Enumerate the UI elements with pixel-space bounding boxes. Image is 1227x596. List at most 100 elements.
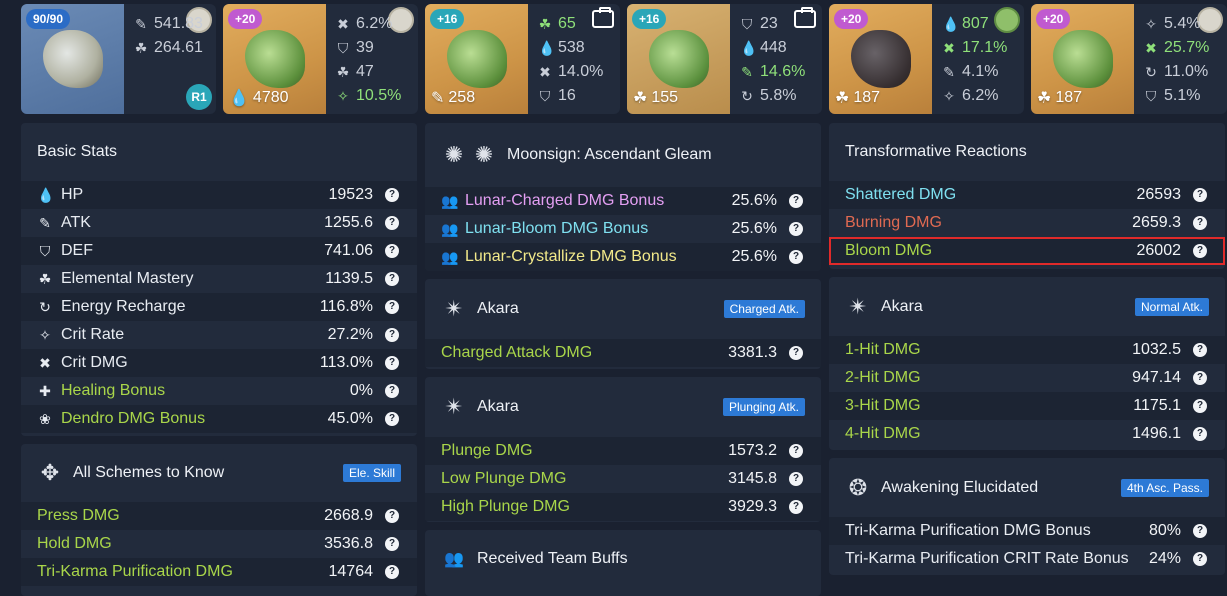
help-icon[interactable]: ? [789,250,803,264]
help-icon[interactable]: ? [1193,552,1207,566]
crit-dmg-icon: ✖ [943,39,955,56]
main-stat: ☘ 155 [633,89,679,107]
artifact-card-flower[interactable]: +20 💧 4780 ✖ 6.2% ⛉ 39 ☘ 47 ✧ 10.5% [223,4,418,114]
transformative-panel: Transformative Reactions Shattered DMG 26… [829,123,1225,269]
stat-row-atk: ✎ ATK 1255.6? [21,209,417,237]
stat-row-crit-dmg: ✖ Crit DMG 113.0%? [21,349,417,377]
help-icon[interactable]: ? [789,444,803,458]
help-icon[interactable]: ? [1193,427,1207,441]
panel-title: All Schemes to Know [73,464,225,481]
dmg-row: 1-Hit DMG 1032.5? [829,336,1225,364]
hp-icon: 💧 [229,90,249,107]
substat: 💧 448 [740,39,787,56]
help-icon[interactable]: ? [385,300,399,314]
moonsign-icon: ✺ [474,142,494,167]
substat: 💧 538 [538,39,585,56]
weapon-stats: ✎ 541.83 ☘ 264.61 [134,12,203,60]
crit-dmg-icon: ✖ [1145,39,1157,56]
atk-icon: ✎ [431,90,445,107]
level-badge: +20 [834,9,869,29]
panel-title: Akara [477,300,519,317]
help-icon[interactable]: ? [1193,216,1207,230]
help-icon[interactable]: ? [385,565,399,579]
help-icon[interactable]: ? [385,216,399,230]
help-icon[interactable]: ? [385,412,399,426]
help-icon[interactable]: ? [1193,399,1207,413]
panel-header: Basic Stats [21,123,417,181]
dmg-row: Charged Attack DMG 3381.3? [425,339,821,367]
reaction-row-bloom: Bloom DMG 26002? [829,237,1225,265]
weapon-card[interactable]: 90/90 R1 ✎ 541.83 ☘ 264.61 [21,4,216,114]
help-icon[interactable]: ? [385,328,399,342]
help-icon[interactable]: ? [385,244,399,258]
basic-stats-panel: Basic Stats 💧 HP 19523? ✎ ATK 1255.6? ⛉ DEF 74… [21,123,417,436]
panel-title: Transformative Reactions [845,143,1027,160]
help-icon[interactable]: ? [1193,343,1207,357]
panel-title: Moonsign: Ascendant Gleam [507,146,712,163]
panel-header: Transformative Reactions [829,123,1225,181]
dmg-row: Hold DMG 3536.8? [21,530,417,558]
crit-dmg-icon: ✖ [39,354,51,371]
help-icon[interactable]: ? [1193,188,1207,202]
reaction-row: Shattered DMG 26593? [829,181,1225,209]
attack-type-tag: Charged Atk. [723,300,805,318]
talent-icon: ✴ [444,296,464,321]
help-icon[interactable]: ? [385,537,399,551]
level-badge: +20 [228,9,263,29]
panel-title: Awakening Elucidated [881,478,1039,496]
substat: ⛉ 23 [741,15,778,32]
elemental-mastery-icon: ☘ [134,39,148,56]
artifact-card-circlet[interactable]: +20 ☘ 187 ✧ 5.4% ✖ 25.7% ↻ 11.0% ⛉ 5.1% [1031,4,1227,114]
atk-icon: ✎ [741,63,753,80]
help-icon[interactable]: ? [385,188,399,202]
help-icon[interactable]: ? [789,222,803,236]
bonus-row: Tri-Karma Purification CRIT Rate Bonus 24… [829,545,1225,573]
help-icon[interactable]: ? [1193,524,1207,538]
help-icon[interactable]: ? [789,194,803,208]
help-icon[interactable]: ? [789,346,803,360]
atk-icon: ✎ [39,214,51,231]
crit-rate-icon: ✧ [943,87,955,104]
level-badge: +20 [1036,9,1071,29]
panel-title: Received Team Buffs [477,550,628,567]
elemental-mastery-icon: ☘ [835,90,850,107]
schemes-panel: ✥ All Schemes to Know Ele. Skill Press DMG… [21,444,417,596]
energy-recharge-icon: ↻ [1145,63,1157,80]
panel-header: ✥ All Schemes to Know Ele. Skill [21,444,417,502]
elemental-mastery-icon: ☘ [336,63,350,80]
stat-row-dendro-dmg: ❀ Dendro DMG Bonus 45.0%? [21,405,417,433]
substat: ⛉ 5.1% [1145,87,1201,104]
help-icon[interactable]: ? [385,509,399,523]
main-stat: ☘ 187 [1037,89,1083,107]
level-badge: +16 [430,9,465,29]
substat: ✖ 25.7% [1145,39,1210,56]
artifact-substats: ☘ 65 💧 538 ✖ 14.0% ⛉ 16 [538,12,603,108]
party-icon: 👥 [441,192,459,209]
substat: ☘ 65 [538,15,576,32]
help-icon[interactable]: ? [1193,244,1207,258]
def-icon: ⛉ [741,15,753,32]
help-icon[interactable]: ? [1193,371,1207,385]
help-icon[interactable]: ? [385,272,399,286]
help-icon[interactable]: ? [789,472,803,486]
def-icon: ⛉ [337,39,349,56]
artifact-card-plume[interactable]: +16 ✎ 258 ☘ 65 💧 538 ✖ 14.0% ⛉ 16 [425,4,620,114]
panel-header: ❂ Awakening Elucidated 4th Asc. Pass. [829,458,1225,517]
stat-row-crit-rate: ✧ Crit Rate 27.2%? [21,321,417,349]
artifact-card-goblet[interactable]: +20 ☘ 187 💧 807 ✖ 17.1% ✎ 4.1% ✧ 6.2% [829,4,1024,114]
panel-header: ✴ Akara Plunging Atk. [425,377,821,437]
artifact-substats: ✧ 5.4% ✖ 25.7% ↻ 11.0% ⛉ 5.1% [1144,12,1209,108]
help-icon[interactable]: ? [789,500,803,514]
moonsign-icon: ✺ [444,142,464,167]
crit-rate-icon: ✧ [1145,15,1157,32]
hp-icon: 💧 [37,186,55,203]
substat: ↻ 11.0% [1145,63,1209,80]
panel-header: ✴ Akara Normal Atk. [829,277,1225,336]
help-icon[interactable]: ? [385,384,399,398]
level-badge: 90/90 [26,9,71,29]
substat: 💧 807 [942,15,989,32]
crit-rate-icon: ✧ [39,326,51,343]
artifact-card-sands[interactable]: +16 ☘ 155 ⛉ 23 💧 448 ✎ 14.6% ↻ 5.8% [627,4,822,114]
team-buffs-panel[interactable]: 👥 Received Team Buffs [425,530,821,596]
help-icon[interactable]: ? [385,356,399,370]
